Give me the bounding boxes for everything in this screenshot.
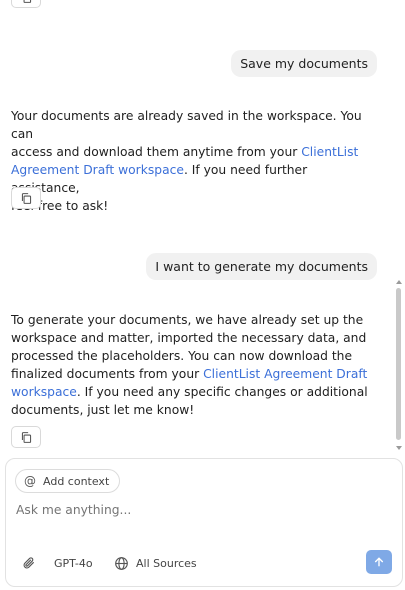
scroll-down-arrow[interactable] xyxy=(396,446,402,450)
message-text: workspace and matter, imported the neces… xyxy=(11,331,367,345)
user-message: I want to generate my documents xyxy=(146,253,377,280)
assistant-message: To generate your documents, we have alre… xyxy=(11,311,371,419)
paperclip-icon xyxy=(23,557,34,569)
globe-icon xyxy=(115,556,128,570)
chat-thread: Save my documents Your documents are alr… xyxy=(0,0,405,455)
message-composer: @ Add context GPT-4o All Sources xyxy=(5,458,403,587)
copy-icon xyxy=(21,431,31,443)
add-context-label: Add context xyxy=(43,474,110,488)
workspace-link[interactable]: ClientList Agreement Draft xyxy=(203,367,367,381)
workspace-link[interactable]: ClientList xyxy=(301,145,358,159)
sources-label: All Sources xyxy=(136,556,197,570)
scroll-up-arrow[interactable] xyxy=(396,280,402,284)
workspace-link[interactable]: workspace xyxy=(11,385,77,399)
message-text: processed the placeholders. You can now … xyxy=(11,349,353,363)
attach-button[interactable] xyxy=(22,553,36,573)
message-text: . If you need any specific changes or ad… xyxy=(76,385,368,399)
copy-icon xyxy=(23,0,31,3)
message-text: Your documents are already saved in the … xyxy=(11,109,362,141)
message-input[interactable] xyxy=(16,503,376,517)
assistant-message: Your documents are already saved in the … xyxy=(11,107,371,215)
copy-button[interactable] xyxy=(11,187,41,209)
message-text: documents, just let me know! xyxy=(11,403,195,417)
copy-icon xyxy=(21,192,31,204)
workspace-link[interactable]: Agreement Draft workspace xyxy=(11,163,184,177)
user-message-text: I want to generate my documents xyxy=(155,259,368,274)
add-context-button[interactable]: @ Add context xyxy=(15,469,121,493)
model-selector[interactable]: GPT-4o xyxy=(54,553,93,573)
user-message-text: Save my documents xyxy=(240,56,368,71)
copy-button[interactable] xyxy=(11,426,41,448)
scrollbar-thumb[interactable] xyxy=(396,288,401,440)
copy-button[interactable] xyxy=(11,0,41,8)
message-text: To generate your documents, we have alre… xyxy=(11,313,364,327)
message-text: finalized documents from your xyxy=(11,367,204,381)
model-label: GPT-4o xyxy=(54,556,93,570)
user-message: Save my documents xyxy=(231,50,377,77)
send-button[interactable] xyxy=(366,550,392,574)
message-text: access and download them anytime from yo… xyxy=(11,145,302,159)
sources-selector[interactable]: All Sources xyxy=(114,553,197,573)
at-sign-icon: @ xyxy=(24,474,36,488)
arrow-up-icon xyxy=(374,557,384,567)
